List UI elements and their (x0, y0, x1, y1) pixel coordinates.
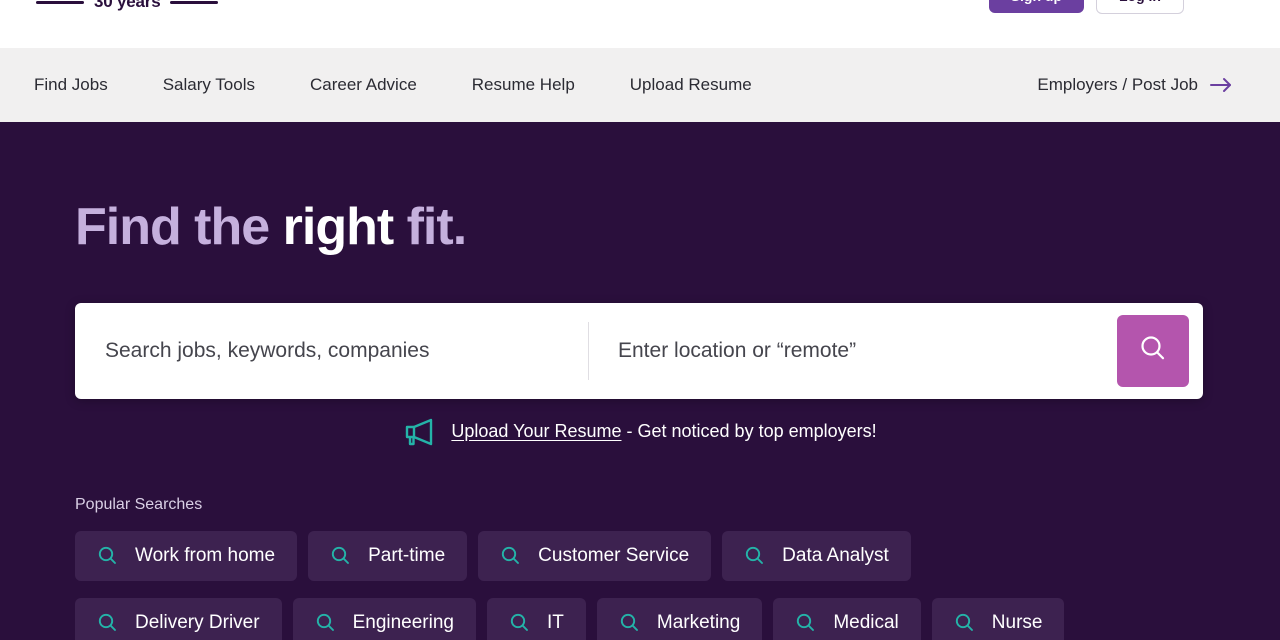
search-icon (954, 612, 975, 633)
brand-logo[interactable]: 30 years (36, 0, 219, 12)
search-icon (315, 612, 336, 633)
chip-label: Customer Service (538, 544, 690, 566)
search-icon (744, 545, 765, 566)
nav-item-salary-tools[interactable]: Salary Tools (163, 75, 288, 95)
chip-label: Delivery Driver (135, 611, 260, 633)
popular-search-chip-nurse[interactable]: Nurse (931, 597, 1065, 640)
brand-anniversary-label: 30 years (94, 0, 161, 11)
nav-employers-label: Employers / Post Job (1037, 75, 1198, 94)
search-icon (619, 612, 640, 633)
brand-rule-left (36, 0, 84, 4)
upload-resume-suffix: - Get noticed by top employers! (621, 421, 877, 442)
job-search-bar (75, 302, 1203, 399)
chip-label: Medical (833, 611, 899, 633)
chip-label: Engineering (352, 611, 454, 633)
arrow-right-icon (1210, 77, 1232, 93)
popular-search-chip-data-analyst[interactable]: Data Analyst (722, 530, 911, 581)
popular-search-chip-part-time[interactable]: Part-time (308, 530, 468, 581)
popular-search-chip-marketing[interactable]: Marketing (596, 597, 763, 640)
page-title-part-3: fit. (393, 198, 468, 256)
search-icon (330, 545, 351, 566)
popular-search-chip-delivery-driver[interactable]: Delivery Driver (75, 597, 282, 640)
auth-actions: Sign up Log in (988, 0, 1184, 14)
sign-up-button[interactable]: Sign up (988, 0, 1084, 13)
popular-searches-row-2: Delivery Driver Engineering IT Marketing… (75, 597, 1205, 640)
nav-item-upload-resume[interactable]: Upload Resume (630, 75, 785, 95)
page-title: Find the right fit. (75, 122, 1205, 255)
location-field-wrapper (588, 321, 1115, 380)
nav-item-find-jobs[interactable]: Find Jobs (34, 75, 141, 95)
hero-section: Find the right fit. Upload Your R (0, 122, 1280, 640)
chip-label: Marketing (656, 611, 741, 633)
search-icon (97, 545, 118, 566)
page-title-part-2: right (282, 198, 395, 256)
location-search-input[interactable] (618, 338, 1115, 363)
job-search-input[interactable] (105, 338, 588, 363)
search-icon (1136, 332, 1170, 369)
search-submit-button[interactable] (1117, 314, 1189, 387)
popular-searches-row-1: Work from home Part-time Customer Servic… (75, 530, 1205, 581)
page-title-part-1: Find the (75, 198, 283, 256)
chip-label: IT (547, 611, 564, 633)
nav-item-resume-help[interactable]: Resume Help (472, 75, 608, 95)
search-icon (509, 612, 530, 633)
popular-searches-label: Popular Searches (75, 495, 203, 513)
chip-label: Data Analyst (782, 544, 889, 566)
popular-search-chip-medical[interactable]: Medical (773, 597, 921, 640)
popular-search-chip-it[interactable]: IT (487, 597, 586, 640)
chip-label: Work from home (135, 544, 276, 566)
popular-search-chip-work-from-home[interactable]: Work from home (75, 530, 298, 581)
keyword-field-wrapper (75, 322, 588, 380)
search-icon (97, 612, 118, 633)
chip-label: Nurse (991, 611, 1043, 633)
log-in-button[interactable]: Log in (1096, 0, 1184, 14)
chip-label: Part-time (368, 544, 446, 566)
popular-search-chip-customer-service[interactable]: Customer Service (478, 530, 712, 581)
nav-item-career-advice[interactable]: Career Advice (310, 75, 450, 95)
main-navigation: Find Jobs Salary Tools Career Advice Res… (0, 48, 1280, 122)
search-icon (795, 612, 816, 633)
upload-resume-link[interactable]: Upload Your Resume (451, 421, 621, 441)
upload-resume-banner: Upload Your Resume - Get noticed by top … (75, 416, 1203, 448)
megaphone-icon (401, 416, 437, 448)
popular-search-chip-engineering[interactable]: Engineering (292, 597, 476, 640)
top-bar: 30 years Sign up Log in (0, 0, 1280, 48)
upload-resume-text: Upload Your Resume - Get noticed by top … (451, 421, 876, 442)
nav-item-list: Find Jobs Salary Tools Career Advice Res… (34, 75, 1037, 95)
nav-item-employers-post-job[interactable]: Employers / Post Job (1037, 75, 1232, 95)
search-icon (500, 545, 521, 566)
brand-rule-right (170, 0, 219, 4)
